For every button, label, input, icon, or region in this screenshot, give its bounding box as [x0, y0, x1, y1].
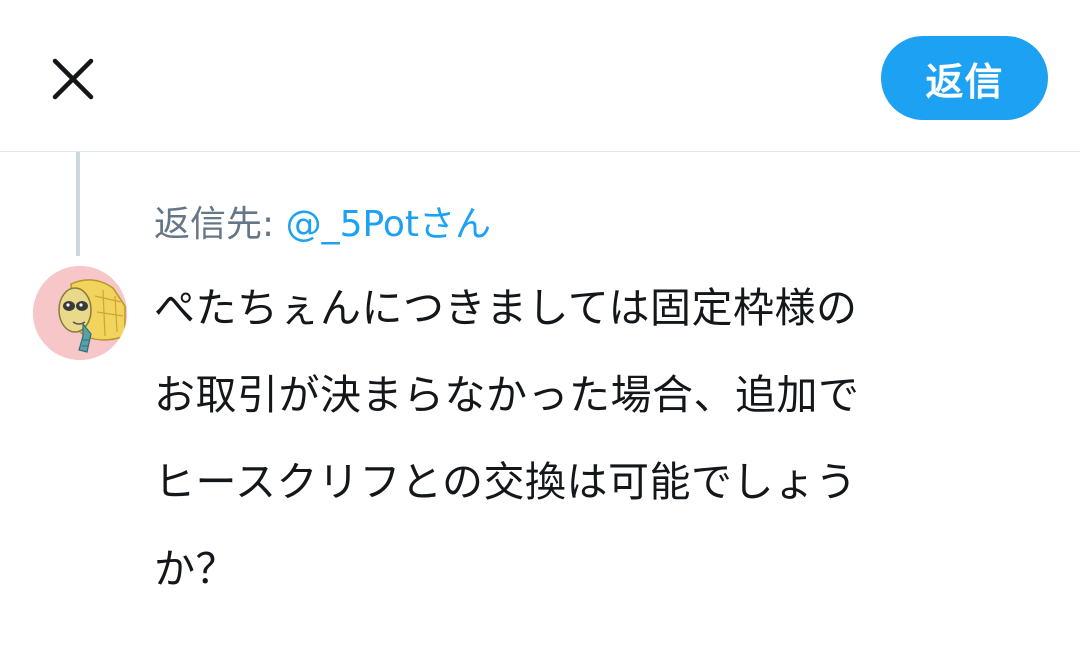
close-button[interactable]	[44, 50, 102, 108]
compose-header: 返信	[0, 0, 1080, 152]
tweet-text-line: ぺたちぇんにつきましては固定枠様の	[154, 284, 858, 332]
user-avatar[interactable]	[33, 266, 127, 360]
tweet-text-line: ヒースクリフとの交換は可能でしょう	[154, 458, 858, 506]
reply-to-handle-link[interactable]: @_5Potさん	[286, 204, 491, 245]
tweet-text-line: か？	[154, 545, 237, 593]
close-icon	[52, 58, 94, 100]
reply-to-label: 返信先: @_5Potさん	[154, 195, 491, 247]
thread-connector-line	[76, 152, 80, 256]
tweet-text-line: お取引が決まらなかった場合、追加で	[154, 371, 860, 419]
reply-to-prefix: 返信先:	[154, 204, 286, 245]
reply-button[interactable]: 返信	[881, 36, 1048, 120]
tweet-text-input[interactable]: ぺたちぇんにつきましては固定枠様の お取引が決まらなかった場合、追加で ヒースク…	[154, 265, 1034, 613]
reply-compose-screen: 返信 返信先: @_5Potさん ぺたちぇんにつきましては固定枠様の お取引が決…	[0, 0, 1080, 668]
avatar-illustration-icon	[33, 266, 127, 360]
